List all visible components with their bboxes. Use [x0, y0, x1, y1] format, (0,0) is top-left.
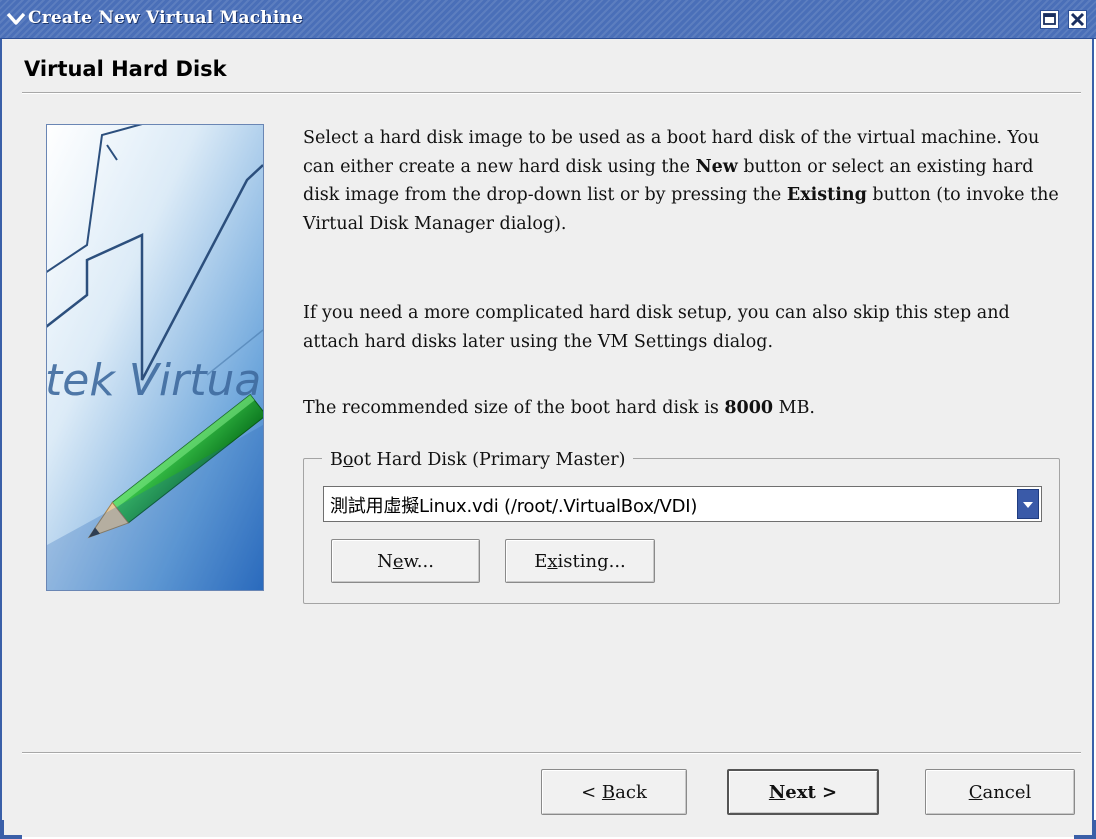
close-button[interactable] — [1068, 10, 1087, 29]
intro-new-bold: New — [695, 156, 738, 177]
setup-paragraph: If you need a more complicated hard disk… — [303, 303, 1010, 352]
boot-hard-disk-legend: Boot Hard Disk (Primary Master) — [322, 446, 634, 475]
new-button-text-pre: N — [377, 550, 393, 572]
hard-disk-select-value: 測試用虛擬Linux.vdi (/root/.VirtualBox/VDI) — [330, 496, 698, 517]
existing-disk-button[interactable]: Ex isting... — [505, 539, 655, 583]
new-disk-button[interactable]: Ne w... — [331, 539, 480, 583]
next-mnemonic: N — [768, 781, 786, 803]
banner-text: tek Virtua — [47, 355, 261, 406]
back-button[interactable]: < Back — [541, 769, 687, 815]
intro-paragraph: Select a hard disk image to be used as a… — [303, 124, 1063, 238]
recommended-text: The recommended size of the boot hard di… — [303, 398, 725, 418]
existing-button-text-post: isting... — [557, 550, 626, 572]
window-frame-corner-right — [1074, 820, 1096, 839]
window-frame-corner-left — [0, 820, 22, 839]
new-button-mnemonic: e — [392, 550, 404, 572]
next-button[interactable]: Next > — [727, 769, 879, 815]
intro-existing-bold: Existing — [786, 185, 867, 205]
cancel-text: ancel — [982, 781, 1032, 803]
back-text: ack — [615, 781, 647, 803]
cancel-button[interactable]: Cancel — [925, 769, 1075, 815]
recommended-unit: MB. — [773, 398, 815, 418]
dropdown-arrow-icon[interactable] — [1017, 489, 1039, 519]
back-mnemonic: B — [601, 781, 616, 803]
back-arrow-text: < — [581, 781, 602, 803]
recommended-size-paragraph: The recommended size of the boot hard di… — [303, 394, 1063, 423]
page-title: Virtual Hard Disk — [24, 57, 227, 81]
wizard-banner-image: tek Virtua — [46, 124, 264, 591]
recommended-size-value: 8000 — [724, 398, 774, 418]
new-button-text-post: w... — [403, 550, 434, 572]
legend-text-pre: B — [330, 450, 343, 470]
window-menu-icon[interactable] — [6, 9, 26, 29]
maximize-button[interactable] — [1040, 10, 1059, 29]
window-title: Create New Virtual Machine — [28, 8, 304, 28]
legend-mnemonic: o — [342, 450, 354, 470]
existing-button-text-pre: E — [534, 550, 548, 572]
next-text: ext > — [785, 781, 838, 803]
legend-text-post: ot Hard Disk (Primary Master) — [353, 450, 626, 470]
hard-disk-select[interactable]: 測試用虛擬Linux.vdi (/root/.VirtualBox/VDI) — [323, 486, 1042, 522]
header-divider — [22, 92, 1081, 94]
existing-button-mnemonic: x — [547, 550, 558, 572]
footer-divider — [22, 752, 1081, 754]
title-bar[interactable]: Create New Virtual Machine — [0, 0, 1096, 39]
cancel-mnemonic: C — [968, 781, 983, 803]
